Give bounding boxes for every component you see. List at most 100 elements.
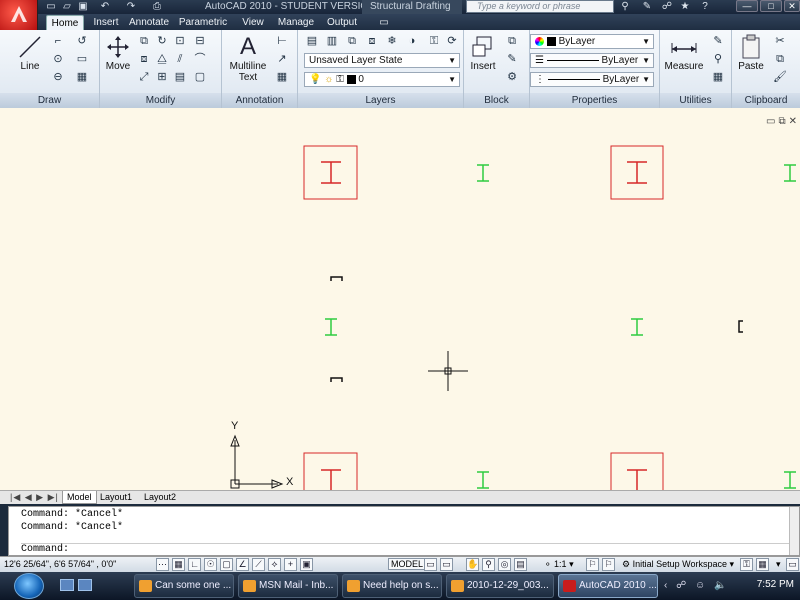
ribbon-toggle-icon[interactable]: ▭: [376, 15, 392, 30]
leader-icon[interactable]: ↗: [274, 52, 290, 66]
tab-parametric[interactable]: Parametric: [176, 15, 230, 30]
quick-view-layouts-icon[interactable]: ▭: [424, 558, 437, 571]
column-red-1[interactable]: [303, 145, 358, 200]
object-snap-icon[interactable]: ▢: [220, 558, 233, 571]
layer-state-dropdown[interactable]: Unsaved Layer State ▼: [304, 53, 460, 68]
layer-off-icon[interactable]: ◑: [404, 34, 420, 48]
tab-layout1[interactable]: Layout1: [100, 491, 132, 504]
drawing-canvas[interactable]: ▭⧉✕ Y X: [0, 108, 800, 490]
communication-icon[interactable]: ☍: [660, 0, 674, 13]
layers-panel-title[interactable]: Layers: [298, 93, 463, 108]
current-layer-dropdown[interactable]: 💡 ☼ ⚿ 0 ▼: [304, 72, 460, 87]
minimize-button[interactable]: —: [736, 0, 758, 12]
erase-icon[interactable]: ⊟: [192, 34, 208, 48]
workspace-switcher[interactable]: ⚙ Initial Setup Workspace ▾: [622, 559, 734, 570]
tab-annotate[interactable]: Annotate: [126, 15, 172, 30]
quick-properties-icon[interactable]: ▣: [300, 558, 313, 571]
subscription-icon[interactable]: ✎: [640, 0, 654, 13]
copy-clip-icon[interactable]: ⧉: [772, 52, 788, 66]
explode-icon[interactable]: ▢: [192, 70, 208, 84]
channel-mark-3[interactable]: [738, 320, 743, 333]
clean-screen-icon[interactable]: ▭: [786, 558, 799, 571]
object-snap-tracking-icon[interactable]: ∠: [236, 558, 249, 571]
tab-manage[interactable]: Manage: [274, 15, 318, 30]
dimension-icon[interactable]: ⊢: [274, 34, 290, 48]
quick-select-icon[interactable]: ✎: [710, 34, 726, 48]
ortho-mode-icon[interactable]: ∟: [188, 558, 201, 571]
multiline-text-button[interactable]: A Multiline Text: [226, 33, 270, 83]
tray-arrow-icon[interactable]: ‹: [664, 580, 670, 591]
layer-freeze-icon[interactable]: ❄: [384, 34, 400, 48]
help-icon[interactable]: ?: [698, 0, 712, 13]
layer-isolate-icon[interactable]: ⧈: [364, 34, 380, 48]
color-dropdown[interactable]: ByLayer ▼: [530, 34, 654, 49]
edit-block-icon[interactable]: ✎: [504, 52, 520, 66]
taskbar-item[interactable]: Can some one ...: [134, 574, 234, 598]
start-button[interactable]: [14, 573, 44, 599]
block-panel-title[interactable]: Block: [464, 93, 529, 108]
lineweight-toggle-icon[interactable]: +: [284, 558, 297, 571]
copy-icon[interactable]: ⧉: [136, 34, 152, 48]
binoculars-icon[interactable]: ⚲: [618, 0, 632, 13]
beam-green-3[interactable]: [325, 318, 337, 336]
annotation-panel-title[interactable]: Annotation: [222, 93, 297, 108]
taskbar-item[interactable]: MSN Mail - Inb...: [238, 574, 338, 598]
rectangle-icon[interactable]: ▭: [74, 52, 90, 66]
tab-view[interactable]: View: [236, 15, 270, 30]
beam-green-1[interactable]: [477, 164, 489, 182]
measure-button[interactable]: Measure: [662, 33, 706, 72]
status-menu-arrow[interactable]: ▾: [776, 559, 781, 570]
offset-icon[interactable]: ▤: [172, 70, 188, 84]
fillet-icon[interactable]: ⌒: [192, 52, 208, 66]
tab-insert[interactable]: Insert: [88, 15, 124, 30]
favorites-star-icon[interactable]: ★: [678, 0, 692, 13]
cut-icon[interactable]: ✂: [772, 34, 788, 48]
channel-mark-2[interactable]: [330, 377, 343, 382]
polar-tracking-icon[interactable]: ☉: [204, 558, 217, 571]
polyline-icon[interactable]: ⌐: [50, 34, 66, 48]
beam-green-4[interactable]: [631, 318, 643, 336]
show-desktop-icon[interactable]: [60, 579, 74, 591]
arc-icon[interactable]: ↺: [74, 34, 90, 48]
showmotion-icon[interactable]: ▤: [514, 558, 527, 571]
draw-panel-title[interactable]: Draw: [0, 93, 99, 108]
beam-green-5[interactable]: [477, 471, 489, 489]
layer-previous-icon[interactable]: ⧉: [344, 34, 360, 48]
application-menu-button[interactable]: [0, 0, 38, 30]
id-point-icon[interactable]: ⚲: [710, 52, 726, 66]
tab-model[interactable]: Model: [62, 491, 97, 504]
dynamic-input-icon[interactable]: ⟡: [268, 558, 281, 571]
annotation-scale[interactable]: ⚬ 1:1 ▾: [544, 559, 574, 570]
scale-icon[interactable]: ⤢: [136, 70, 152, 84]
beam-green-6[interactable]: [784, 471, 796, 489]
close-button[interactable]: ✕: [784, 0, 800, 12]
maximize-button[interactable]: □: [760, 0, 782, 12]
table-icon[interactable]: ▦: [274, 70, 290, 84]
volume-icon[interactable]: 🔈: [714, 580, 729, 591]
pan-icon[interactable]: ✋: [466, 558, 479, 571]
attribute-icon[interactable]: ⚙: [504, 70, 520, 84]
command-input[interactable]: Command:: [21, 543, 791, 555]
circle-icon[interactable]: ⊙: [50, 52, 66, 66]
hatch-icon[interactable]: ▦: [74, 70, 90, 84]
insert-button[interactable]: Insert: [466, 33, 500, 72]
messenger-icon[interactable]: ☺: [695, 580, 708, 591]
undo-icon[interactable]: ↶: [98, 1, 112, 13]
coordinate-readout[interactable]: 12'6 25/64", 6'6 57/64" , 0'0": [4, 559, 116, 569]
ellipse-icon[interactable]: ⊖: [50, 70, 66, 84]
linetype-dropdown[interactable]: ☰ ByLayer ▼: [530, 53, 654, 68]
utilities-panel-title[interactable]: Utilities: [660, 93, 731, 108]
open-file-icon[interactable]: ▱: [60, 1, 74, 13]
snap-mode-icon[interactable]: ⋯: [156, 558, 169, 571]
move-button[interactable]: Move: [102, 33, 134, 72]
channel-mark-1[interactable]: [330, 276, 343, 281]
beam-green-2[interactable]: [784, 164, 796, 182]
mirror-line-icon[interactable]: ⫽: [172, 52, 188, 66]
column-red-3[interactable]: [303, 452, 358, 490]
calculator-icon[interactable]: ▦: [710, 70, 726, 84]
column-red-4[interactable]: [610, 452, 664, 490]
layer-walk-icon[interactable]: ⟳: [444, 34, 460, 48]
clock[interactable]: 7:52 PM: [757, 579, 794, 590]
model-space-button[interactable]: MODEL: [388, 558, 427, 570]
paste-button[interactable]: Paste: [734, 33, 768, 72]
